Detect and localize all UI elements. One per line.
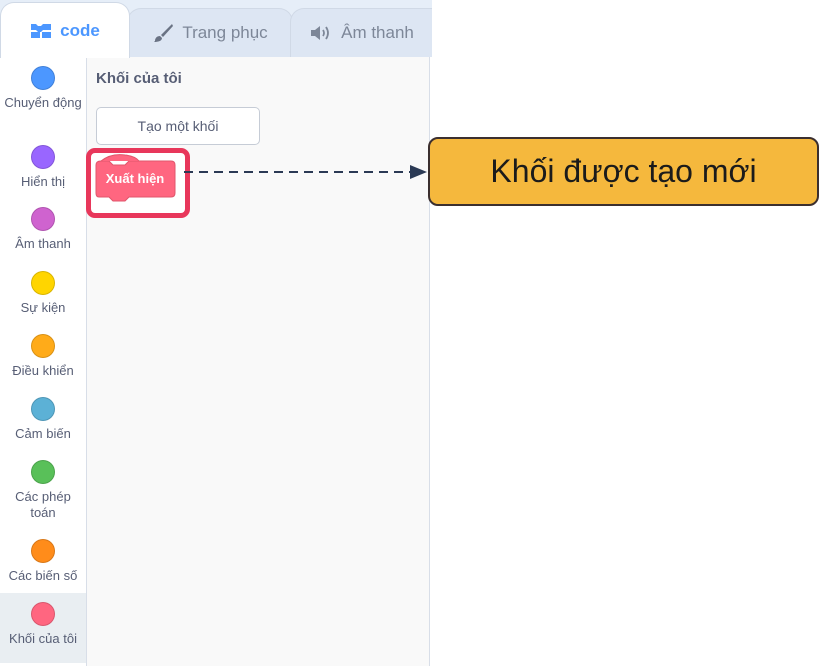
category-sound-dot (31, 207, 55, 231)
tab-costumes-label: Trang phục (182, 23, 268, 42)
category-motion[interactable]: Chuyển động (0, 57, 86, 134)
paintbrush-icon (152, 23, 174, 43)
tab-sounds-label: Âm thanh (341, 23, 414, 42)
category-sound[interactable]: Âm thanh (0, 198, 86, 258)
category-my-blocks-label: Khối của tôi (9, 631, 77, 646)
category-events[interactable]: Sự kiện (0, 262, 86, 322)
category-control-dot (31, 334, 55, 358)
palette-title: Khối của tôi (96, 70, 182, 87)
editor-tab-bar: Trang phục Âm thanh code (0, 0, 432, 58)
speaker-icon (309, 24, 333, 42)
category-sensing-label: Cảm biến (15, 426, 71, 441)
category-variables[interactable]: Các biến số (0, 530, 86, 590)
tab-code-label: code (60, 20, 100, 40)
category-looks[interactable]: Hiển thị (0, 136, 86, 196)
category-looks-label: Hiển thị (20, 174, 66, 189)
category-control[interactable]: Điều khiển (0, 325, 86, 385)
tab-sounds[interactable]: Âm thanh (290, 8, 432, 57)
custom-block-label: Xuất hiện (105, 171, 165, 186)
category-operators-label: Các phép toán (15, 489, 71, 520)
category-my-blocks-dot (31, 602, 55, 626)
make-a-block-button[interactable]: Tạo một khối (96, 107, 260, 145)
dashed-arrow-icon (184, 165, 427, 179)
callout-label: Khối được tạo mới (428, 137, 819, 206)
category-variables-dot (31, 539, 55, 563)
category-control-label: Điều khiển (12, 363, 74, 378)
category-my-blocks[interactable]: Khối của tôi (0, 593, 86, 663)
category-sound-label: Âm thanh (15, 236, 71, 251)
category-operators[interactable]: Các phép toán (0, 451, 86, 528)
category-motion-dot (31, 66, 55, 90)
category-sensing[interactable]: Cảm biến (0, 388, 86, 448)
category-events-dot (31, 271, 55, 295)
category-motion-label: Chuyển động (4, 95, 82, 110)
tab-costumes[interactable]: Trang phục (127, 8, 293, 57)
category-operators-dot (31, 460, 55, 484)
category-events-label: Sự kiện (20, 300, 66, 315)
category-looks-dot (31, 145, 55, 169)
code-blocks-icon (30, 23, 52, 39)
category-sensing-dot (31, 397, 55, 421)
tab-code[interactable]: code (0, 2, 130, 58)
category-menu: Chuyển động Hiển thị Âm thanh Sự kiện Đi… (0, 57, 87, 666)
category-variables-label: Các biến số (8, 568, 78, 583)
